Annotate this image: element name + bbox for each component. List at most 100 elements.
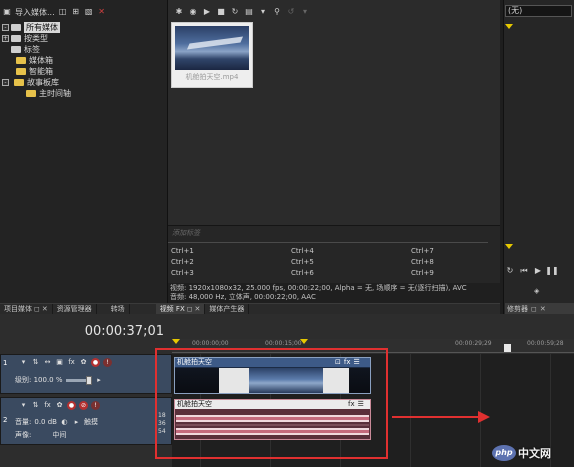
tab-project-media[interactable]: 项目媒体 ◻ ✕: [0, 303, 53, 315]
folder-icon: [11, 24, 21, 31]
tag-shortcut: Ctrl+5: [291, 258, 314, 266]
project-media-toolbar: ▣ 导入媒体... ◫ ⊞ ▧ ✕: [0, 4, 168, 20]
arrow-line: [392, 416, 480, 418]
compositing-icon[interactable]: ⇅: [31, 358, 40, 367]
trimmer-position-icon[interactable]: ◈: [534, 287, 539, 295]
php-logo: php: [492, 445, 516, 461]
media-bin-toolbar: ✱ ◉ ▶ ■ ↻ ▤ ▾ ⚲ ↺ ▾: [168, 4, 500, 20]
tree-item-tags[interactable]: 标签: [2, 44, 162, 55]
auto-preview-icon[interactable]: ↻: [230, 7, 240, 17]
ruler-label: 00:00:29;29: [455, 340, 492, 347]
motion-icon[interactable]: ↔: [43, 358, 52, 367]
dock-icon[interactable]: ◻: [34, 305, 40, 313]
pan-crop-icon[interactable]: ▣: [55, 358, 64, 367]
play-icon[interactable]: ▶: [533, 266, 543, 276]
expand-icon[interactable]: +: [2, 35, 9, 42]
mute-icon[interactable]: ⊘: [79, 401, 88, 410]
arm-record-icon[interactable]: ●: [67, 401, 76, 410]
loop-start-marker[interactable]: [172, 339, 180, 344]
expand-track-icon[interactable]: ▾: [19, 358, 28, 367]
track-number: 1: [3, 359, 8, 367]
audio-track-header[interactable]: 2 ▾ ⇅ fx ✿ ● ⊘ ! 音量: 0.0 dB ◐ ▸ 触摸 声像: 中…: [0, 397, 172, 445]
solo-icon[interactable]: !: [103, 358, 112, 367]
tree-item-media-bins[interactable]: 媒体箱: [2, 55, 162, 66]
tab-video-fx[interactable]: 视频 FX ◻ ✕: [155, 303, 206, 315]
play-from-start-icon[interactable]: ⏮: [519, 266, 529, 276]
ruler-label: 00:00:15;00: [265, 340, 302, 347]
trimmer-in-marker[interactable]: [505, 24, 513, 29]
tab-explorer[interactable]: 资源管理器: [53, 303, 97, 315]
tag-input-placeholder[interactable]: 添加标签: [172, 228, 200, 238]
refresh-icon[interactable]: ↺: [286, 7, 296, 17]
tab-transitions[interactable]: 转场: [97, 303, 130, 315]
tab-label: 资源管理器: [56, 305, 92, 313]
folder-icon: [14, 79, 24, 86]
dock-icon[interactable]: ◻: [187, 305, 193, 313]
record-icon[interactable]: ◉: [188, 7, 198, 17]
properties-icon[interactable]: ✱: [174, 7, 184, 17]
tree-item-by-type[interactable]: + 按类型: [2, 33, 162, 44]
playhead-marker[interactable]: [504, 344, 511, 352]
capture-icon[interactable]: ◫: [58, 7, 68, 17]
collapse-icon[interactable]: -: [2, 24, 9, 31]
mute-icon[interactable]: ●: [91, 358, 100, 367]
pause-icon[interactable]: ❚❚: [545, 266, 558, 276]
tree-item-smart-bins[interactable]: 智能箱: [2, 66, 162, 77]
loop-end-marker[interactable]: [300, 339, 308, 344]
tab-trimmer[interactable]: 修剪器 ◻ ✕: [505, 303, 574, 314]
tag-area: [168, 225, 500, 283]
remove-icon[interactable]: ✕: [97, 7, 107, 17]
solo-icon[interactable]: !: [91, 401, 100, 410]
settings-icon[interactable]: ✿: [79, 358, 88, 367]
media-thumbnail-caption: 机舱拍天空.mp4: [185, 73, 239, 81]
track-fx-icon[interactable]: fx: [67, 358, 76, 367]
media-thumbnail-image[interactable]: [175, 26, 249, 70]
close-icon[interactable]: ✕: [540, 305, 546, 313]
settings-icon[interactable]: ✿: [55, 401, 64, 410]
track-fx-icon[interactable]: fx: [43, 401, 52, 410]
folder-icon: [16, 57, 26, 64]
search-icon[interactable]: ⚲: [272, 7, 282, 17]
views-icon[interactable]: ▤: [244, 7, 254, 17]
pan-value: 中间: [52, 431, 67, 439]
stop-icon[interactable]: ■: [216, 7, 226, 17]
expand-track-icon[interactable]: ▾: [19, 401, 28, 410]
video-level-slider[interactable]: [65, 375, 92, 385]
panel-tab-strip: 项目媒体 ◻ ✕ 资源管理器 转场 视频 FX ◻ ✕ 媒体产生器: [0, 303, 500, 315]
loop-icon[interactable]: ↻: [505, 266, 515, 276]
play-icon[interactable]: ▶: [202, 7, 212, 17]
import-media-button[interactable]: 导入媒体...: [15, 7, 55, 18]
options-icon[interactable]: ▸: [95, 376, 104, 385]
tree-item-all-media[interactable]: - 所有媒体: [2, 22, 162, 33]
fx-chain-icon[interactable]: ⇅: [31, 401, 40, 410]
trimmer-out-marker[interactable]: [505, 244, 513, 249]
grid-line: [410, 354, 411, 467]
tree-item-label: 主时间轴: [39, 89, 71, 98]
watermark-text: 中文网: [518, 447, 551, 460]
dock-icon[interactable]: ◻: [531, 305, 537, 313]
dropdown-icon[interactable]: ▾: [300, 7, 310, 17]
options-icon[interactable]: ◐: [60, 418, 69, 427]
tree-item-main-timeline[interactable]: 主时间轴: [2, 88, 162, 99]
touch-icon[interactable]: ▸: [72, 418, 81, 427]
arrow-head: [478, 411, 490, 423]
trimmer-source-select[interactable]: (无): [505, 5, 572, 17]
tag-shortcut: Ctrl+7: [411, 247, 434, 255]
folder-icon: [11, 46, 21, 53]
video-track-header[interactable]: 1 ▾ ⇅ ↔ ▣ fx ✿ ● ! 级别: 100.0 % ▸: [0, 354, 172, 394]
close-icon[interactable]: ✕: [195, 305, 201, 313]
tab-label: 项目媒体: [4, 305, 32, 313]
dropdown-icon[interactable]: ▾: [258, 7, 268, 17]
media-fx-icon[interactable]: ▧: [84, 7, 94, 17]
media-icon[interactable]: ▣: [2, 7, 12, 17]
tab-label: 视频 FX: [159, 305, 185, 313]
tab-media-generators[interactable]: 媒体产生器: [205, 303, 250, 315]
get-media-icon[interactable]: ⊞: [71, 7, 81, 17]
tree-item-storyboard-bins[interactable]: - 故事板库: [2, 77, 162, 88]
close-icon[interactable]: ✕: [42, 305, 48, 313]
slider-knob[interactable]: [85, 375, 92, 385]
track-number: 2: [3, 416, 8, 424]
collapse-icon[interactable]: -: [2, 79, 9, 86]
tree-item-label: 智能箱: [29, 67, 53, 76]
touch-mode[interactable]: 触摸: [84, 417, 98, 427]
